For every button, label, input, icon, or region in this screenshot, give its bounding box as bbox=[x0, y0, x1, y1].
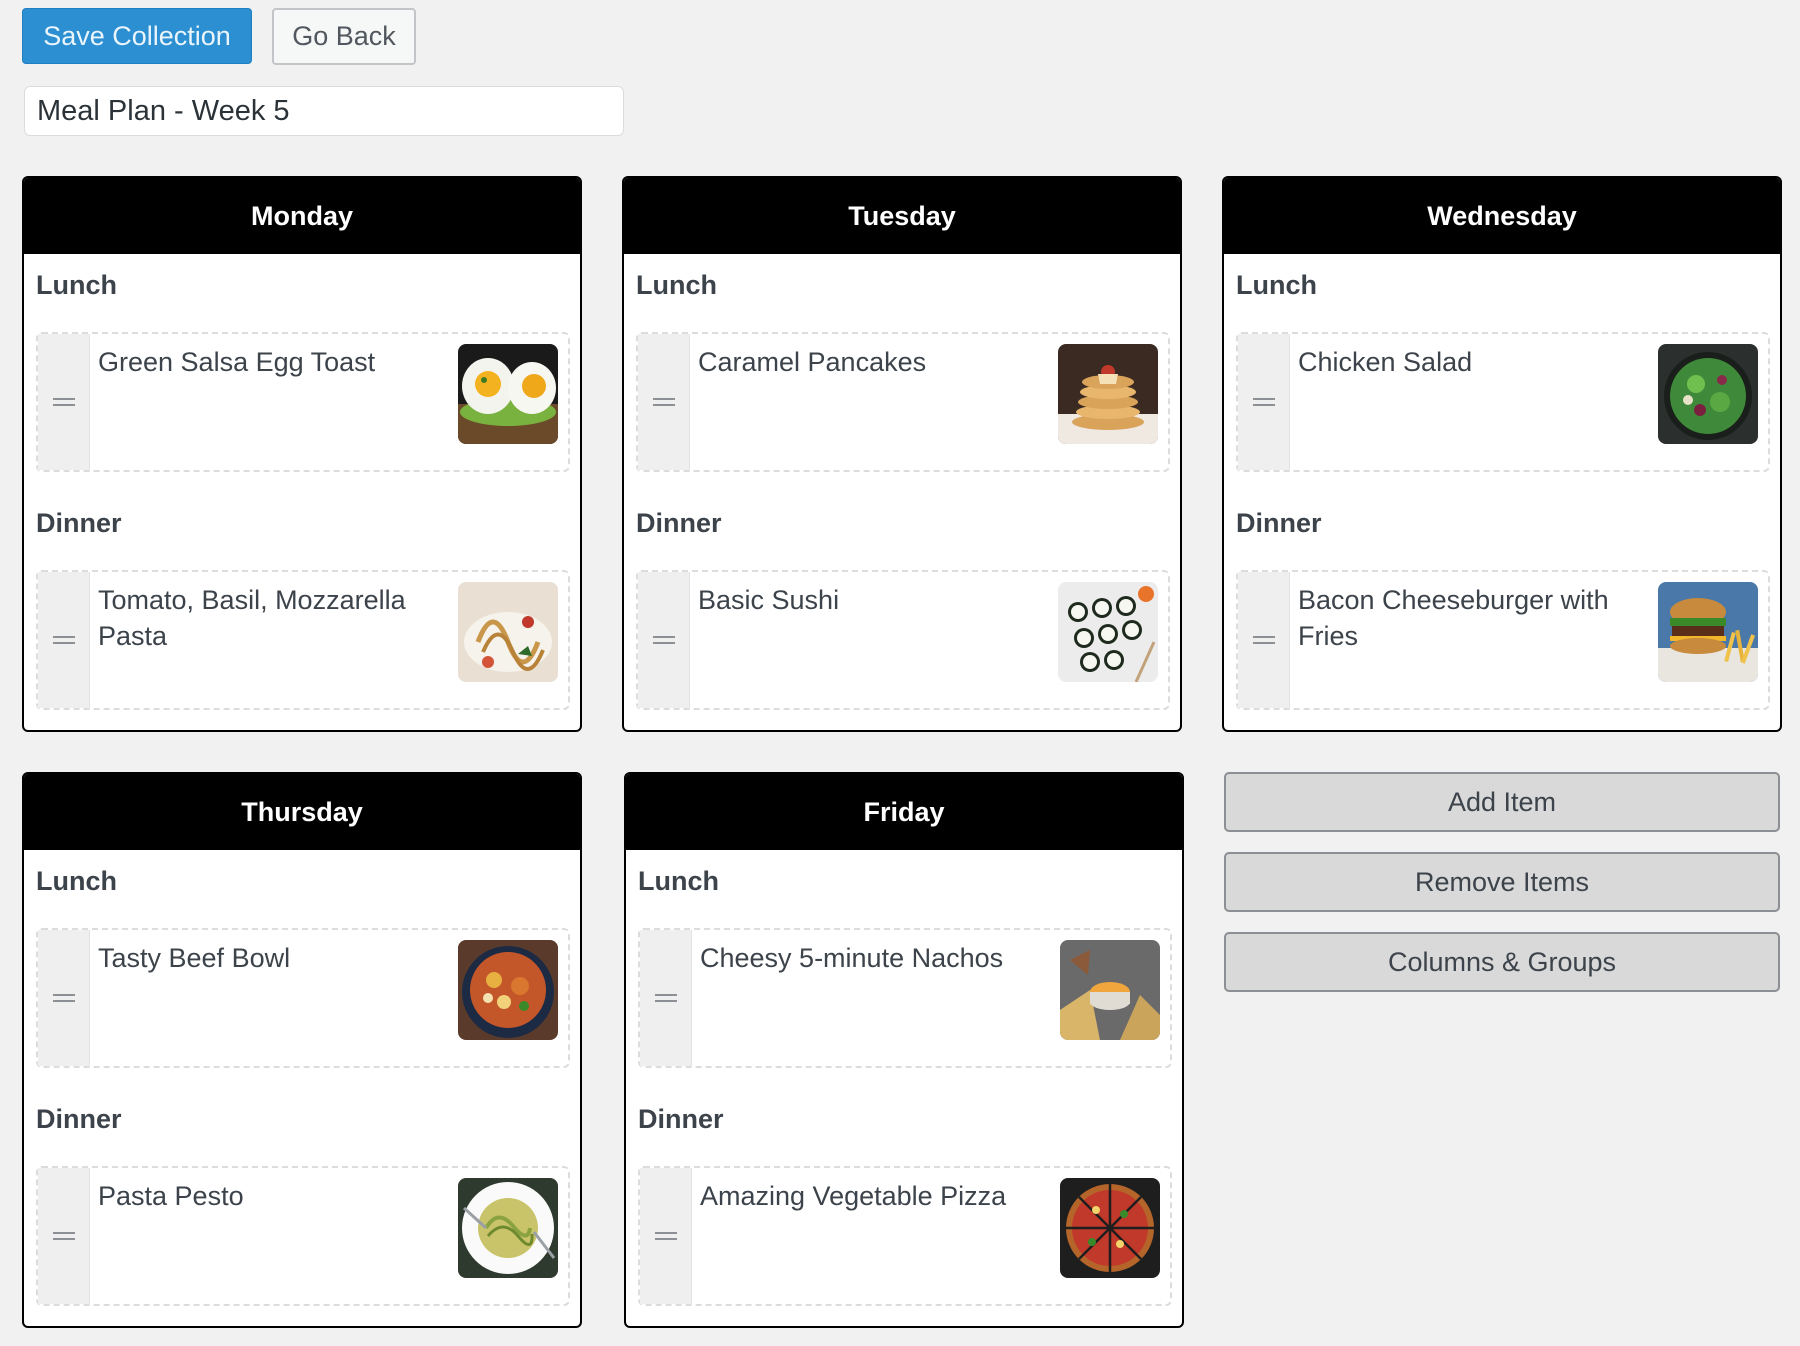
toolbar: Save Collection Go Back bbox=[22, 8, 416, 65]
nachos-photo bbox=[1060, 940, 1160, 1040]
meal-item[interactable]: Green Salsa Egg Toast bbox=[36, 332, 570, 472]
day-card-tuesday: Tuesday Lunch Caramel Pancakes Dinner Ba… bbox=[622, 176, 1182, 732]
pizza-photo bbox=[1060, 1178, 1160, 1278]
day-header: Wednesday bbox=[1224, 178, 1780, 254]
day-card-wednesday: Wednesday Lunch Chicken Salad Dinner Bac… bbox=[1222, 176, 1782, 732]
remove-items-button[interactable]: Remove Items bbox=[1224, 852, 1780, 912]
egg-toast-photo bbox=[458, 344, 558, 444]
pasta-photo bbox=[458, 582, 558, 682]
drag-handle-icon[interactable] bbox=[38, 334, 90, 470]
drag-handle-icon[interactable] bbox=[1238, 572, 1290, 708]
sushi-photo bbox=[1058, 582, 1158, 682]
save-collection-button[interactable]: Save Collection bbox=[22, 8, 252, 64]
drag-handle-icon[interactable] bbox=[38, 1168, 90, 1304]
drag-handle-icon[interactable] bbox=[640, 1168, 692, 1304]
beef-bowl-photo bbox=[458, 940, 558, 1040]
drag-handle-icon[interactable] bbox=[38, 930, 90, 1066]
group-label-lunch: Lunch bbox=[36, 270, 117, 300]
meal-item-name: Tasty Beef Bowl bbox=[98, 943, 291, 973]
meal-item-name: Green Salsa Egg Toast bbox=[98, 347, 376, 377]
group-label-lunch: Lunch bbox=[1236, 270, 1317, 300]
meal-item-name: Pasta Pesto bbox=[98, 1181, 244, 1211]
drag-handle-icon[interactable] bbox=[638, 334, 690, 470]
group-label-dinner: Dinner bbox=[36, 1104, 122, 1134]
meal-item[interactable]: Tomato, Basil, Mozzarella Pasta bbox=[36, 570, 570, 710]
meal-item[interactable]: Caramel Pancakes bbox=[636, 332, 1170, 472]
meal-item-name: Basic Sushi bbox=[698, 585, 840, 615]
group-label-dinner: Dinner bbox=[1236, 508, 1322, 538]
drag-handle-icon[interactable] bbox=[38, 572, 90, 708]
day-card-monday: Monday Lunch Green Salsa Egg Toast Dinne… bbox=[22, 176, 582, 732]
group-label-dinner: Dinner bbox=[36, 508, 122, 538]
meal-item-name: Cheesy 5-minute Nachos bbox=[700, 943, 1004, 973]
burger-photo bbox=[1658, 582, 1758, 682]
group-label-lunch: Lunch bbox=[36, 866, 117, 896]
pancakes-photo bbox=[1058, 344, 1158, 444]
columns-groups-button[interactable]: Columns & Groups bbox=[1224, 932, 1780, 992]
drag-handle-icon[interactable] bbox=[638, 572, 690, 708]
pesto-photo bbox=[458, 1178, 558, 1278]
go-back-button[interactable]: Go Back bbox=[272, 8, 416, 65]
meal-item-name: Amazing Vegetable Pizza bbox=[700, 1181, 1007, 1211]
meal-item[interactable]: Tasty Beef Bowl bbox=[36, 928, 570, 1068]
meal-item-name: Chicken Salad bbox=[1298, 347, 1473, 377]
drag-handle-icon[interactable] bbox=[640, 930, 692, 1066]
drag-handle-icon[interactable] bbox=[1238, 334, 1290, 470]
day-header: Friday bbox=[626, 774, 1182, 850]
meal-item[interactable]: Chicken Salad bbox=[1236, 332, 1770, 472]
salad-photo bbox=[1658, 344, 1758, 444]
day-header: Thursday bbox=[24, 774, 580, 850]
group-label-dinner: Dinner bbox=[636, 508, 722, 538]
add-item-button[interactable]: Add Item bbox=[1224, 772, 1780, 832]
day-header: Tuesday bbox=[624, 178, 1180, 254]
meal-item[interactable]: Cheesy 5-minute Nachos bbox=[638, 928, 1172, 1068]
day-header: Monday bbox=[24, 178, 580, 254]
meal-item[interactable]: Basic Sushi bbox=[636, 570, 1170, 710]
meal-item-name: Caramel Pancakes bbox=[698, 347, 927, 377]
meal-item[interactable]: Pasta Pesto bbox=[36, 1166, 570, 1306]
group-label-dinner: Dinner bbox=[638, 1104, 724, 1134]
meal-item[interactable]: Amazing Vegetable Pizza bbox=[638, 1166, 1172, 1306]
day-card-friday: Friday Lunch Cheesy 5-minute Nachos Dinn… bbox=[624, 772, 1184, 1328]
day-card-thursday: Thursday Lunch Tasty Beef Bowl Dinner Pa… bbox=[22, 772, 582, 1328]
meal-item-name: Bacon Cheeseburger with Fries bbox=[1298, 585, 1609, 651]
collection-title-input[interactable] bbox=[24, 86, 624, 136]
group-label-lunch: Lunch bbox=[638, 866, 719, 896]
meal-item-name: Tomato, Basil, Mozzarella Pasta bbox=[98, 585, 406, 651]
meal-item[interactable]: Bacon Cheeseburger with Fries bbox=[1236, 570, 1770, 710]
group-label-lunch: Lunch bbox=[636, 270, 717, 300]
